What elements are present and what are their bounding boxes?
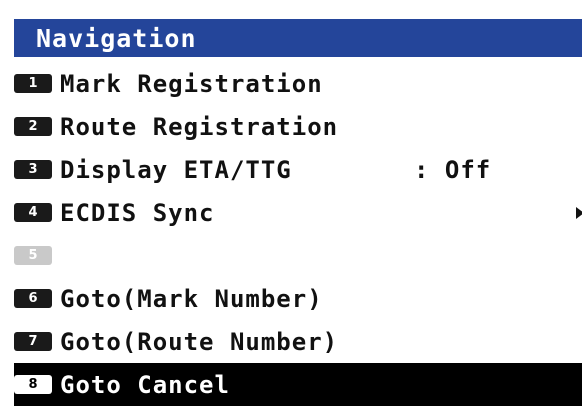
number-4-icon: 4 <box>14 203 52 222</box>
menu-item-display-eta-ttg[interactable]: 3 Display ETA/TTG : Off <box>14 148 582 191</box>
menu-item-5-disabled: 5 <box>14 234 582 277</box>
number-2-icon: 2 <box>14 117 52 136</box>
menu-item-goto-mark-number[interactable]: 6 Goto(Mark Number) <box>14 277 582 320</box>
menu-item-label: Display ETA/TTG <box>60 155 292 184</box>
menu-item-ecdis-sync[interactable]: 4 ECDIS Sync <box>14 191 582 234</box>
menu-item-label: Goto(Route Number) <box>60 327 339 356</box>
menu-item-goto-route-number[interactable]: 7 Goto(Route Number) <box>14 320 582 363</box>
menu-item-route-registration[interactable]: 2 Route Registration <box>14 105 582 148</box>
menu-item-label: ECDIS Sync <box>60 198 215 227</box>
menu-list: 1 Mark Registration 2 Route Registration… <box>14 62 582 406</box>
menu-item-label: Goto(Mark Number) <box>60 284 323 313</box>
menu-item-label: Route Registration <box>60 112 339 141</box>
menu-title: Navigation <box>36 23 197 53</box>
number-7-icon: 7 <box>14 332 52 351</box>
menu-item-value: : Off <box>414 155 492 184</box>
number-6-icon: 6 <box>14 289 52 308</box>
menu-title-bar: Navigation <box>14 19 582 57</box>
number-8-icon: 8 <box>14 375 52 394</box>
menu-item-mark-registration[interactable]: 1 Mark Registration <box>14 62 582 105</box>
navigation-menu-window: Navigation 1 Mark Registration 2 Route R… <box>0 12 582 406</box>
number-3-icon: 3 <box>14 160 52 179</box>
menu-item-goto-cancel[interactable]: 8 Goto Cancel <box>14 363 582 406</box>
menu-item-label: Goto Cancel <box>60 370 230 399</box>
number-1-icon: 1 <box>14 74 52 93</box>
triangle-right-icon <box>576 206 582 219</box>
menu-item-label: Mark Registration <box>60 69 323 98</box>
number-5-icon: 5 <box>14 246 52 265</box>
